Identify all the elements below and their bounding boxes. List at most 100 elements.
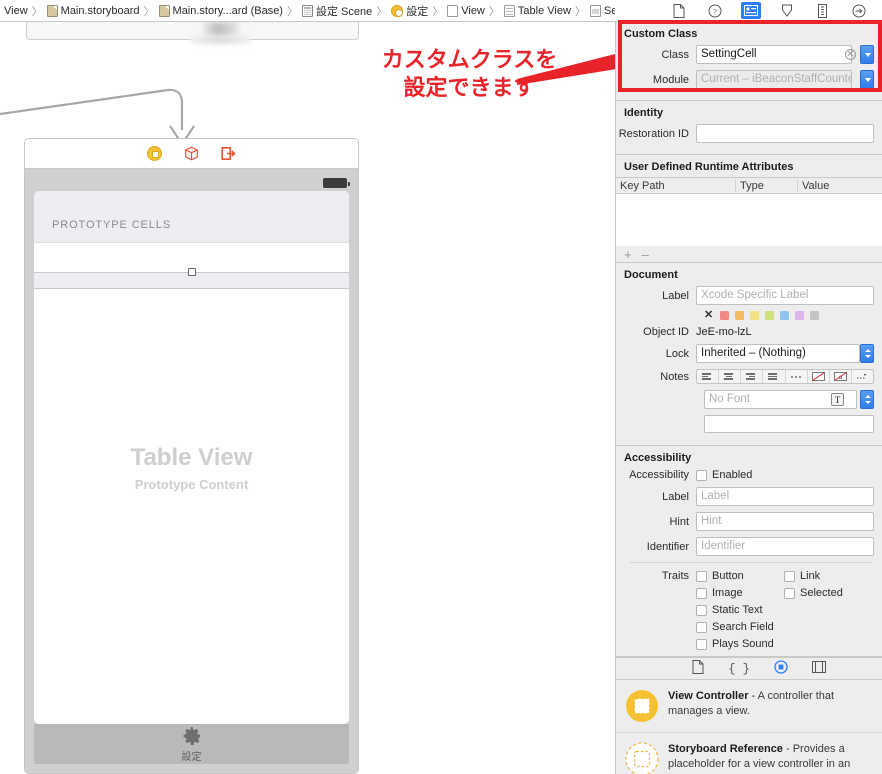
a11y-identifier-input[interactable]: Identifier: [696, 537, 874, 556]
udra-column-value[interactable]: Value: [798, 180, 882, 192]
restoration-id-input[interactable]: [696, 124, 874, 143]
udra-table-body[interactable]: [616, 194, 882, 246]
view-controller-icon: [391, 4, 404, 17]
breadcrumb: View 〉 Main.storyboard 〉 Main.story...ar…: [0, 0, 615, 22]
checkbox-icon[interactable]: [784, 587, 795, 599]
no-color-icon[interactable]: [808, 370, 830, 383]
checkbox-icon[interactable]: [696, 604, 707, 616]
breadcrumb-item-setting-cell[interactable]: SettingCellElem: [589, 4, 615, 17]
dashed-line-icon[interactable]: [786, 370, 808, 383]
color-swatch-blue[interactable]: [780, 311, 790, 320]
lock-select[interactable]: Inherited – (Nothing): [696, 344, 860, 363]
align-right-icon[interactable]: [741, 370, 764, 383]
checkbox-icon[interactable]: [696, 587, 707, 599]
file-template-library-icon[interactable]: [692, 660, 704, 677]
accessibility-enabled-checkbox[interactable]: Enabled: [696, 469, 752, 481]
udra-add-button[interactable]: +: [624, 247, 632, 262]
inspector-selector-toolbar: ?: [615, 0, 882, 22]
checkbox-icon[interactable]: [696, 469, 707, 481]
traits-label: Traits: [661, 570, 689, 582]
color-swatch-yellow[interactable]: [750, 311, 760, 320]
trait-button-checkbox[interactable]: Button: [696, 570, 784, 582]
color-swatch-red[interactable]: [720, 311, 730, 320]
a11y-label-input[interactable]: Label: [696, 487, 874, 506]
breadcrumb-separator: 〉: [432, 5, 444, 18]
breadcrumb-item-main-storyboard[interactable]: Main.storyboard: [46, 4, 140, 17]
trait-plays-sound-checkbox[interactable]: Plays Sound: [696, 638, 882, 650]
align-left-icon[interactable]: [697, 370, 720, 383]
breadcrumb-item-view-controller[interactable]: 設定: [391, 3, 428, 19]
trait-selected-checkbox[interactable]: Selected: [784, 587, 872, 599]
checkbox-icon[interactable]: [696, 638, 707, 650]
class-input[interactable]: SettingCell: [696, 45, 852, 64]
quick-help-inspector-icon[interactable]: ?: [705, 2, 725, 19]
gear-icon: [183, 726, 200, 745]
color-swatch-orange[interactable]: [735, 311, 745, 320]
size-inspector-icon[interactable]: [813, 2, 833, 19]
notes-font-stepper-icon[interactable]: [860, 390, 874, 409]
attributes-inspector-icon[interactable]: [777, 2, 797, 19]
color-swatch-gray[interactable]: [810, 311, 820, 320]
breadcrumb-item-table-view[interactable]: Table View: [503, 4, 571, 17]
trait-link-checkbox[interactable]: Link: [784, 570, 872, 582]
color-swatch-green[interactable]: [765, 311, 775, 320]
identity-inspector-panel[interactable]: Custom Class Class SettingCell Module Cu…: [615, 22, 882, 774]
clear-icon[interactable]: [845, 49, 856, 60]
a11y-hint-input[interactable]: Hint: [696, 512, 874, 531]
module-input[interactable]: Current – iBeaconStaffCounte...: [696, 70, 852, 89]
trait-label: Image: [712, 587, 743, 599]
partial-view-controller-above[interactable]: [26, 22, 359, 44]
trait-search-field-checkbox[interactable]: Search Field: [696, 621, 882, 633]
breadcrumb-label: Main.storyboard: [60, 4, 140, 17]
breadcrumb-separator: 〉: [31, 5, 43, 18]
align-center-icon[interactable]: [719, 370, 742, 383]
breadcrumb-item-main-storyboard-base[interactable]: Main.story...ard (Base): [158, 4, 283, 17]
connections-inspector-icon[interactable]: [849, 2, 869, 19]
tab-bar[interactable]: 設定: [34, 724, 349, 764]
view-controller-scene[interactable]: PROTOTYPE CELLS Table View Prototype Con…: [24, 138, 359, 774]
label-color-swatches: ✕: [616, 310, 882, 321]
exit-icon[interactable]: [221, 146, 236, 161]
media-library-icon[interactable]: [811, 661, 826, 676]
align-justify-icon[interactable]: [763, 370, 786, 383]
file-inspector-icon[interactable]: [669, 2, 689, 19]
accessibility-title: Accessibility: [624, 452, 692, 464]
class-popup-button[interactable]: [860, 45, 874, 64]
code-snippet-library-icon[interactable]: { }: [728, 662, 750, 676]
no-text-color-icon[interactable]: a: [830, 370, 852, 383]
resize-handle[interactable]: [187, 268, 196, 276]
breadcrumb-separator: 〉: [488, 5, 500, 18]
font-panel-icon[interactable]: T: [831, 393, 844, 406]
breadcrumb-item-root-view[interactable]: View: [447, 4, 485, 17]
module-popup-button[interactable]: [860, 70, 874, 89]
clear-color-icon[interactable]: ✕: [704, 310, 713, 321]
first-responder-cube-icon[interactable]: [184, 146, 199, 161]
udra-column-type[interactable]: Type: [736, 179, 798, 192]
custom-class-section: Custom Class Class SettingCell Module Cu…: [616, 22, 882, 101]
checkbox-icon[interactable]: [696, 621, 707, 633]
more-options-icon[interactable]: [852, 370, 873, 383]
udra-remove-button[interactable]: –: [642, 247, 649, 262]
table-view[interactable]: PROTOTYPE CELLS Table View Prototype Con…: [34, 191, 349, 724]
storyboard-canvas[interactable]: PROTOTYPE CELLS Table View Prototype Con…: [0, 22, 615, 774]
library-item-storyboard-reference[interactable]: Storyboard Reference - Provides a placeh…: [616, 733, 882, 774]
trait-image-checkbox[interactable]: Image: [696, 587, 784, 599]
breadcrumb-item-scene[interactable]: 設定 Scene: [301, 3, 372, 19]
object-library-icon[interactable]: [774, 660, 788, 677]
notes-textarea[interactable]: [704, 415, 874, 433]
library-item-view-controller[interactable]: View Controller - A controller that mana…: [616, 680, 882, 733]
identity-inspector-icon[interactable]: [740, 2, 761, 19]
view-controller-icon[interactable]: [147, 146, 162, 161]
udra-column-key-path[interactable]: Key Path: [616, 179, 736, 192]
lock-row: Lock Inherited – (Nothing): [616, 344, 882, 363]
checkbox-icon[interactable]: [784, 570, 795, 582]
breadcrumb-separator: 〉: [376, 5, 388, 18]
prototype-cells-section-header: PROTOTYPE CELLS: [34, 191, 349, 243]
trait-label: Static Text: [712, 604, 763, 616]
lock-stepper-icon[interactable]: [860, 344, 874, 363]
document-label-input[interactable]: Xcode Specific Label: [696, 286, 874, 305]
checkbox-icon[interactable]: [696, 570, 707, 582]
color-swatch-purple[interactable]: [795, 311, 805, 320]
breadcrumb-item-view[interactable]: View: [4, 5, 28, 17]
trait-static-text-checkbox[interactable]: Static Text: [696, 604, 882, 616]
